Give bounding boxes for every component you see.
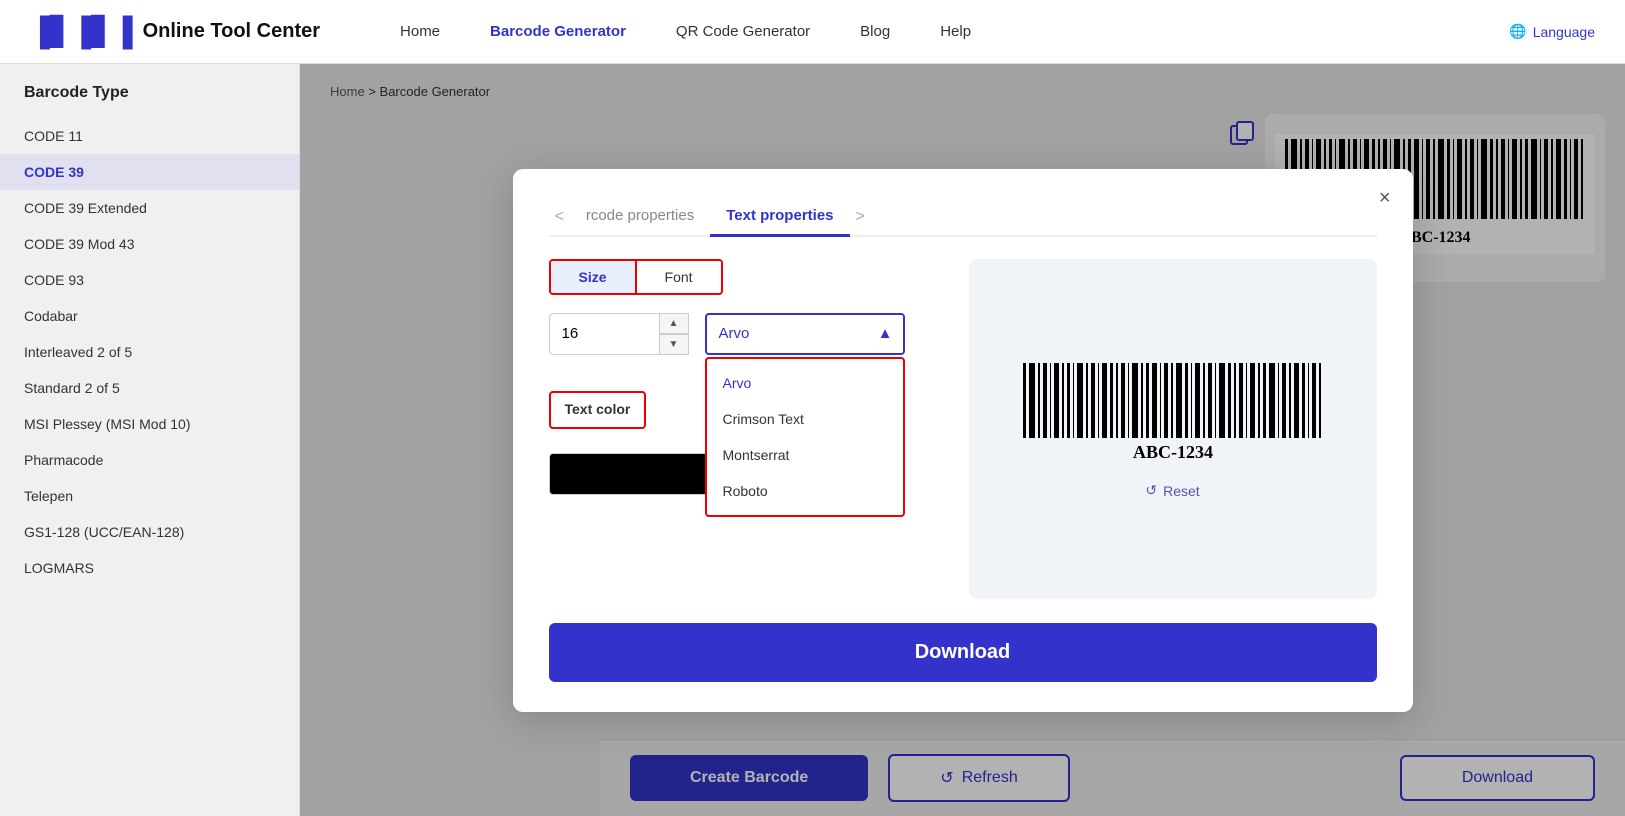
sidebar-item-logmars[interactable]: LOGMARS: [0, 550, 299, 586]
main-nav: Home Barcode Generator QR Code Generator…: [400, 23, 1509, 40]
modal: × < rcode properties Text properties > S…: [513, 169, 1413, 712]
sidebar-item-pharmacode[interactable]: Pharmacode: [0, 442, 299, 478]
nav-home[interactable]: Home: [400, 23, 440, 40]
font-option-arvo[interactable]: Arvo: [707, 365, 903, 401]
modal-barcode-svg: ABC-1234: [1013, 358, 1333, 468]
size-increment-button[interactable]: ▲: [659, 313, 689, 334]
svg-text:ABC-1234: ABC-1234: [1133, 442, 1213, 462]
prev-tab-arrow[interactable]: <: [549, 208, 570, 226]
font-option-roboto[interactable]: Roboto: [707, 473, 903, 509]
text-color-section: Text color: [549, 391, 647, 429]
sidebar-item-code39ext[interactable]: CODE 39 Extended: [0, 190, 299, 226]
reset-button[interactable]: ↺ Reset: [1145, 482, 1199, 499]
sidebar-item-gs1-128[interactable]: GS1-128 (UCC/EAN-128): [0, 514, 299, 550]
logo-text: Online Tool Center: [143, 20, 320, 43]
sidebar-item-codabar[interactable]: Codabar: [0, 298, 299, 334]
modal-close-button[interactable]: ×: [1379, 187, 1391, 210]
sidebar: Barcode Type CODE 11 CODE 39 CODE 39 Ext…: [0, 64, 300, 816]
modal-overlay: × < rcode properties Text properties > S…: [300, 64, 1625, 816]
size-input-wrap: ▲ ▼: [549, 313, 689, 355]
sidebar-item-interleaved[interactable]: Interleaved 2 of 5: [0, 334, 299, 370]
sidebar-item-standard2of5[interactable]: Standard 2 of 5: [0, 370, 299, 406]
logo: ▐▋▐▋▐ Online Tool Center: [30, 15, 320, 48]
font-option-crimson[interactable]: Crimson Text: [707, 401, 903, 437]
font-dropdown-list: Arvo Crimson Text Montserrat Roboto: [705, 357, 905, 517]
sidebar-item-code39mod43[interactable]: CODE 39 Mod 43: [0, 226, 299, 262]
nav-barcode-generator[interactable]: Barcode Generator: [490, 23, 626, 40]
color-swatch[interactable]: [549, 453, 729, 495]
nav-qr-code-generator[interactable]: QR Code Generator: [676, 23, 810, 40]
property-tabs: Size Font: [549, 259, 723, 295]
font-dropdown-trigger[interactable]: Arvo ▲: [705, 313, 905, 355]
modal-right-panel: ABC-1234 ↺ Reset: [969, 259, 1377, 599]
reset-icon: ↺: [1145, 482, 1157, 499]
language-selector[interactable]: 🌐 Language: [1509, 23, 1595, 40]
size-stepper: ▲ ▼: [659, 313, 689, 355]
sidebar-item-code39[interactable]: CODE 39: [0, 154, 299, 190]
globe-icon: 🌐: [1509, 23, 1526, 40]
sidebar-item-msi[interactable]: MSI Plessey (MSI Mod 10): [0, 406, 299, 442]
sidebar-item-telepen[interactable]: Telepen: [0, 478, 299, 514]
font-option-montserrat[interactable]: Montserrat: [707, 437, 903, 473]
tab-barcode-properties[interactable]: rcode properties: [570, 199, 710, 237]
size-tab[interactable]: Size: [551, 261, 637, 293]
next-tab-arrow[interactable]: >: [850, 208, 871, 226]
text-color-label: Text color: [565, 401, 631, 417]
modal-tabs: < rcode properties Text properties >: [549, 199, 1377, 237]
modal-download-button[interactable]: Download: [549, 623, 1377, 682]
sidebar-item-code11[interactable]: CODE 11: [0, 118, 299, 154]
logo-icon: ▐▋▐▋▐: [30, 15, 133, 48]
nav-blog[interactable]: Blog: [860, 23, 890, 40]
content-area: Home > Barcode Generator: [300, 64, 1625, 816]
size-decrement-button[interactable]: ▼: [659, 334, 689, 355]
font-dropdown-wrap: Arvo ▲ Arvo Crimson Text Montserrat Robo…: [705, 313, 905, 355]
chevron-up-icon: ▲: [878, 325, 893, 342]
sidebar-item-code93[interactable]: CODE 93: [0, 262, 299, 298]
font-selected-label: Arvo: [719, 325, 750, 342]
nav-help[interactable]: Help: [940, 23, 971, 40]
font-tab[interactable]: Font: [637, 261, 721, 293]
language-label: Language: [1533, 24, 1595, 40]
sidebar-title: Barcode Type: [0, 84, 299, 118]
tab-text-properties[interactable]: Text properties: [710, 199, 849, 237]
reset-label: Reset: [1163, 483, 1200, 499]
modal-body: Size Font ▲ ▼: [549, 259, 1377, 599]
modal-left-panel: Size Font ▲ ▼: [549, 259, 939, 599]
